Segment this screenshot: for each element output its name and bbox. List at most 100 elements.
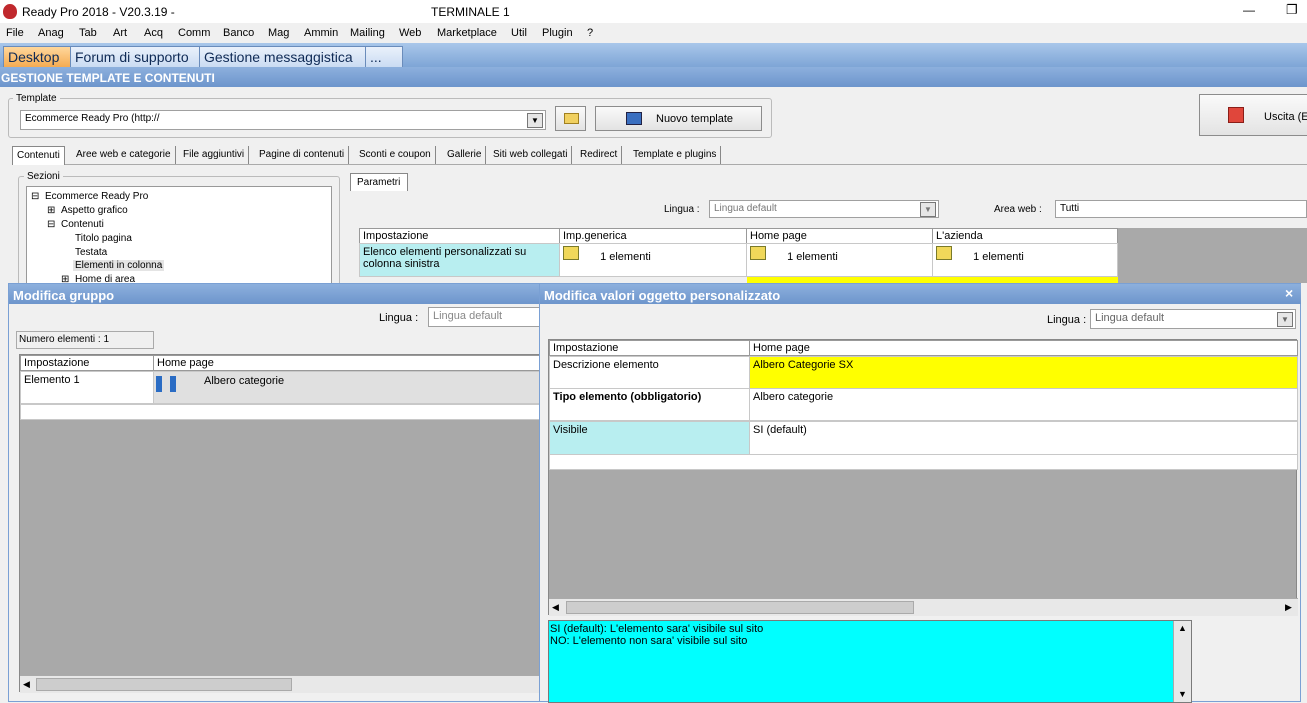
custom-value-tipo[interactable]: Albero categorie	[749, 388, 1298, 421]
scroll-left-icon[interactable]: ◀	[23, 679, 30, 690]
tree-item-elementi-colonna[interactable]: Elementi in colonna	[73, 260, 165, 271]
tab-desktop[interactable]: Desktop	[3, 46, 78, 68]
menu-tab[interactable]: Tab	[79, 27, 97, 39]
params-row-setting[interactable]: Elenco elementi personalizzati su colonn…	[359, 243, 560, 277]
area-web-label: Area web :	[994, 204, 1042, 215]
area-web-select[interactable]: Tutti	[1055, 200, 1307, 218]
lingua-select[interactable]: Lingua default ▼	[709, 200, 939, 218]
tree-structure-icon	[156, 376, 176, 392]
help-vscrollbar[interactable]: ▲ ▼	[1173, 621, 1191, 702]
tree-item-aspetto-grafico[interactable]: Aspetto grafico	[61, 205, 128, 216]
group-header-home: Home page	[153, 355, 541, 371]
params-header-azienda: L'azienda	[932, 228, 1118, 244]
tab-contenuti[interactable]: Contenuti	[12, 146, 65, 165]
menu-help[interactable]: ?	[587, 27, 593, 39]
tab-aree-web[interactable]: Aree web e categorie	[72, 146, 176, 164]
custom-panel: Modifica valori oggetto personalizzato ×…	[539, 283, 1301, 703]
tree-toggle[interactable]: ⊟	[31, 191, 39, 202]
menu-mailing[interactable]: Mailing	[350, 27, 385, 39]
scroll-down-icon[interactable]: ▼	[1178, 689, 1187, 699]
exit-button[interactable]: Uscita (E	[1199, 94, 1307, 136]
custom-value-visibile[interactable]: SI (default)	[749, 421, 1298, 455]
tab-siti-collegati[interactable]: Siti web collegati	[489, 146, 573, 164]
close-icon[interactable]: ×	[1285, 285, 1293, 301]
custom-row-tipo[interactable]: Tipo elemento (obbligatorio)	[549, 388, 750, 421]
tab-forum[interactable]: Forum di supporto	[70, 46, 207, 68]
terminal-label: TERMINALE 1	[431, 5, 510, 19]
tree-item-ecommerce[interactable]: Ecommerce Ready Pro	[45, 191, 148, 202]
custom-row-empty[interactable]	[549, 454, 1298, 470]
tab-parametri[interactable]: Parametri	[350, 173, 408, 191]
group-row-value[interactable]: Albero categorie	[153, 371, 541, 404]
params-cell-home[interactable]: 1 elementi	[746, 243, 933, 277]
menu-file[interactable]: File	[6, 27, 24, 39]
custom-hscroll-thumb[interactable]	[566, 601, 914, 614]
chevron-down-icon[interactable]: ▼	[1277, 312, 1293, 327]
tree-item-contenuti[interactable]: Contenuti	[61, 219, 104, 230]
custom-grid: Impostazione Home page Descrizione eleme…	[548, 339, 1298, 616]
tab-file-aggiuntivi[interactable]: File aggiuntivi	[179, 146, 250, 164]
tab-redirect[interactable]: Redirect	[576, 146, 623, 164]
params-cell-generica[interactable]: 1 elementi	[559, 243, 747, 277]
tab-more[interactable]: ...	[365, 46, 403, 68]
power-icon	[1228, 107, 1244, 123]
app-logo-icon	[3, 4, 17, 19]
params-header-imp-generica: Imp.generica	[559, 228, 747, 244]
tab-pagine-contenuti[interactable]: Pagine di contenuti	[255, 146, 350, 164]
custom-header-home: Home page	[749, 340, 1298, 356]
tree-item-testata[interactable]: Testata	[75, 247, 107, 258]
menu-acq[interactable]: Acq	[144, 27, 163, 39]
params-header-home-page: Home page	[746, 228, 933, 244]
tree-item-titolo-pagina[interactable]: Titolo pagina	[75, 233, 132, 244]
custom-row-visibile[interactable]: Visibile	[549, 421, 750, 455]
new-template-button[interactable]: Nuovo template	[595, 106, 762, 131]
menu-plugin[interactable]: Plugin	[542, 27, 573, 39]
group-hscroll-thumb[interactable]	[36, 678, 292, 691]
chevron-down-icon[interactable]: ▼	[920, 202, 936, 217]
group-hscrollbar[interactable]: ◀	[20, 675, 541, 693]
help-text-box: SI (default): L'elemento sara' visibile …	[548, 620, 1192, 703]
restore-button[interactable]: ❐	[1286, 2, 1298, 18]
sub-tab-strip	[12, 164, 1307, 165]
tree-toggle[interactable]: ⊟	[47, 219, 55, 230]
tab-messaggistica[interactable]: Gestione messaggistica	[199, 46, 373, 68]
minimize-button[interactable]: —	[1243, 3, 1255, 17]
scroll-right-icon[interactable]: ▶	[1285, 602, 1292, 613]
tab-template-plugins[interactable]: Template e plugins	[629, 146, 722, 164]
template-group-label: Template	[13, 93, 60, 104]
custom-hscrollbar[interactable]: ◀ ▶	[549, 598, 1298, 616]
params-cell-azienda[interactable]: 1 elementi	[932, 243, 1118, 277]
tree-toggle[interactable]: ⊞	[47, 205, 55, 216]
menu-art[interactable]: Art	[113, 27, 127, 39]
menu-anag[interactable]: Anag	[38, 27, 64, 39]
template-select[interactable]: Ecommerce Ready Pro (http:// ▼	[20, 110, 546, 130]
tab-gallerie[interactable]: Gallerie	[443, 146, 487, 164]
scroll-up-icon[interactable]: ▲	[1178, 623, 1187, 633]
scroll-left-icon[interactable]: ◀	[552, 602, 559, 613]
add-template-icon	[626, 112, 642, 125]
lingua-label: Lingua :	[664, 204, 700, 215]
help-line-no: NO: L'elemento non sara' visibile sul si…	[550, 635, 748, 647]
group-lingua-input[interactable]: Lingua default	[428, 307, 540, 327]
menu-ammin[interactable]: Ammin	[304, 27, 338, 39]
custom-row-descrizione[interactable]: Descrizione elemento	[549, 356, 750, 389]
group-row-empty[interactable]	[20, 404, 541, 420]
group-row-setting[interactable]: Elemento 1	[20, 371, 154, 404]
group-grid: Impostazione Home page Elemento 1 Albero…	[19, 354, 541, 693]
help-line-si: SI (default): L'elemento sara' visibile …	[550, 623, 764, 635]
menu-comm[interactable]: Comm	[178, 27, 210, 39]
menu-banco[interactable]: Banco	[223, 27, 254, 39]
open-folder-button[interactable]	[555, 106, 586, 131]
custom-lingua-select[interactable]: Lingua default ▼	[1090, 309, 1296, 329]
custom-value-descrizione[interactable]: Albero Categorie SX	[749, 356, 1298, 389]
chevron-down-icon[interactable]: ▼	[527, 113, 543, 128]
custom-lingua-label: Lingua :	[1047, 314, 1087, 326]
custom-header-impostazione: Impostazione	[549, 340, 750, 356]
tab-sconti-coupon[interactable]: Sconti e coupon	[355, 146, 436, 164]
menu-web[interactable]: Web	[399, 27, 421, 39]
group-panel-title: Modifica gruppo	[9, 284, 540, 304]
menu-util[interactable]: Util	[511, 27, 527, 39]
menu-mag[interactable]: Mag	[268, 27, 289, 39]
params-grid-bg	[1118, 228, 1307, 283]
menu-marketplace[interactable]: Marketplace	[437, 27, 497, 39]
